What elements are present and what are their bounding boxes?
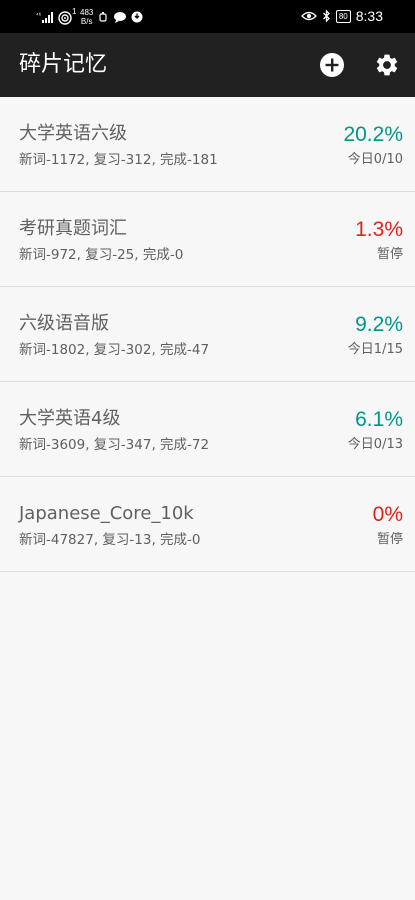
deck-daily-status: 暂停 xyxy=(376,532,403,547)
network-speed: 483 B/s xyxy=(80,8,93,26)
deck-row[interactable]: 六级语音版 新词-1802, 复习-302, 完成-47 9.2% 今日1/15 xyxy=(0,287,415,382)
bluetooth-icon xyxy=(322,9,330,23)
network-type-label: ⁴⁶ xyxy=(36,12,42,19)
cellular-signal-icon: ⁴⁶ xyxy=(36,12,53,23)
deck-progress-percent: 9.2% xyxy=(355,313,403,336)
add-deck-button[interactable] xyxy=(318,51,346,79)
deck-daily-status: 暂停 xyxy=(376,247,403,262)
deck-row[interactable]: Japanese_Core_10k 新词-47827, 复习-13, 完成-0 … xyxy=(0,477,415,572)
deck-row[interactable]: 大学英语4级 新词-3609, 复习-347, 完成-72 6.1% 今日0/1… xyxy=(0,382,415,477)
settings-button[interactable] xyxy=(373,51,401,79)
deck-daily-status: 今日1/15 xyxy=(347,342,403,357)
deck-progress-percent: 0% xyxy=(372,503,403,526)
deck-name: 考研真题词汇 xyxy=(19,218,127,239)
status-left-icons: ⁴⁶ 1 483 B/s xyxy=(36,6,143,28)
deck-stats: 新词-972, 复习-25, 完成-0 xyxy=(19,247,184,263)
deck-stats: 新词-1172, 复习-312, 完成-181 xyxy=(19,152,218,168)
app-title: 碎片记忆 xyxy=(19,52,108,77)
battery-indicator: 80 xyxy=(335,9,351,23)
deck-progress-percent: 1.3% xyxy=(355,218,403,241)
status-time: 8:33 xyxy=(355,8,383,24)
network-speed-unit: B/s xyxy=(80,17,93,26)
app-notification-icon xyxy=(131,11,143,23)
deck-daily-status: 今日0/10 xyxy=(347,152,403,167)
status-right-icons: 80 8:33 xyxy=(300,5,383,27)
deck-stats: 新词-1802, 复习-302, 完成-47 xyxy=(19,342,210,358)
wifi-badge: 1 xyxy=(72,7,77,16)
deck-list: 大学英语六级 新词-1172, 复习-312, 完成-181 20.2% 今日0… xyxy=(0,97,415,572)
deck-stats: 新词-3609, 复习-347, 完成-72 xyxy=(19,437,210,453)
deck-name: 大学英语六级 xyxy=(19,123,127,144)
add-circle-icon xyxy=(320,53,344,77)
deck-stats: 新词-47827, 复习-13, 完成-0 xyxy=(19,532,201,548)
wifi-icon: 1 xyxy=(58,7,77,25)
gear-icon xyxy=(376,54,398,76)
eye-comfort-icon xyxy=(300,11,317,21)
status-bar: ⁴⁶ 1 483 B/s 80 8:33 xyxy=(0,0,415,33)
deck-row[interactable]: 大学英语六级 新词-1172, 复习-312, 完成-181 20.2% 今日0… xyxy=(0,97,415,192)
deck-name: 大学英语4级 xyxy=(19,408,121,429)
deck-daily-status: 今日0/13 xyxy=(347,437,403,452)
network-speed-value: 483 xyxy=(80,8,94,17)
notification-icon xyxy=(99,12,107,22)
deck-name: Japanese_Core_10k xyxy=(19,503,194,524)
chat-bubble-icon xyxy=(114,12,127,23)
deck-progress-percent: 6.1% xyxy=(355,408,403,431)
app-bar: 碎片记忆 xyxy=(0,33,415,97)
deck-row[interactable]: 考研真题词汇 新词-972, 复习-25, 完成-0 1.3% 暂停 xyxy=(0,192,415,287)
deck-name: 六级语音版 xyxy=(19,313,109,334)
deck-progress-percent: 20.2% xyxy=(343,123,403,146)
